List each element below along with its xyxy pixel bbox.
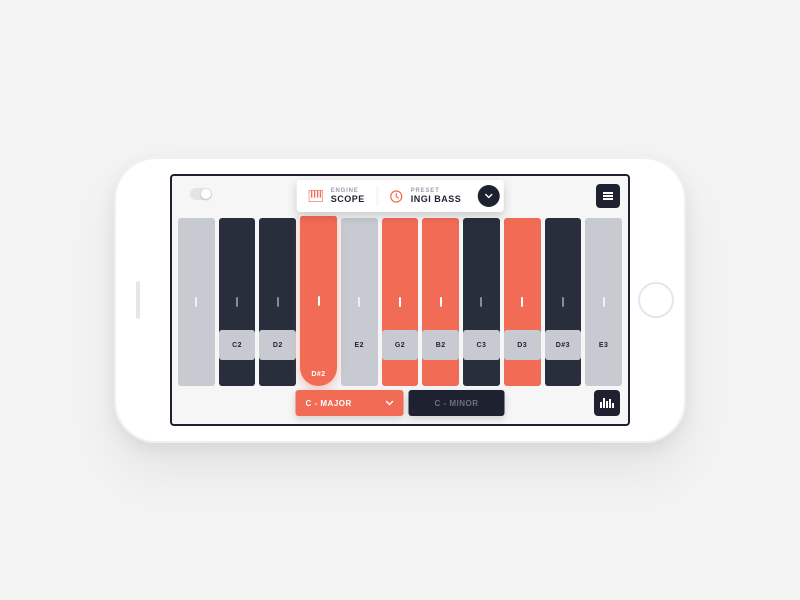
equalizer-icon	[600, 398, 614, 408]
note-label[interactable]: E3	[585, 330, 622, 360]
pad-2[interactable]	[259, 218, 296, 386]
note-label[interactable]: G2	[382, 330, 419, 360]
scale-inactive-label: C - MINOR	[434, 399, 478, 408]
pad-grid: D#2	[178, 218, 622, 326]
scale-active-label: C - MAJOR	[306, 399, 352, 408]
pad-1[interactable]	[219, 218, 256, 386]
power-toggle[interactable]	[190, 188, 212, 200]
engine-value: SCOPE	[331, 195, 365, 204]
note-label[interactable]: B2	[422, 330, 459, 360]
fx-button[interactable]	[594, 390, 620, 416]
phone-frame: ENGINE SCOPE PRESET INGI BASS	[114, 157, 686, 443]
pad-edge-left[interactable]	[178, 218, 215, 386]
preset-selector[interactable]: PRESET INGI BASS	[378, 180, 474, 212]
engine-selector[interactable]: ENGINE SCOPE	[297, 180, 377, 212]
piano-icon	[309, 190, 323, 202]
chevron-down-icon	[386, 399, 394, 407]
preset-value: INGI BASS	[411, 195, 462, 204]
note-label-row: C2 D2 E2 G2 B2 C3 D3 D#3 E3	[178, 330, 622, 360]
header-dropdown-button[interactable]	[477, 185, 499, 207]
pad-active[interactable]: D#2	[300, 216, 337, 386]
menu-button[interactable]	[596, 184, 620, 208]
pad-edge-right[interactable]	[585, 218, 622, 386]
scale-selector: C - MAJOR C - MINOR	[296, 390, 505, 416]
hamburger-icon	[603, 195, 613, 197]
note-label[interactable]: E2	[341, 330, 378, 360]
scale-inactive[interactable]: C - MINOR	[409, 390, 505, 416]
note-label[interactable]: D#3	[545, 330, 582, 360]
pad-6[interactable]	[422, 218, 459, 386]
scale-active[interactable]: C - MAJOR	[296, 390, 404, 416]
clock-icon	[390, 190, 403, 203]
pad-8[interactable]	[504, 218, 541, 386]
pad-active-label: D#2	[300, 371, 337, 378]
phone-home-button[interactable]	[638, 282, 674, 318]
note-label[interactable]: C2	[219, 330, 256, 360]
phone-speaker	[136, 281, 140, 319]
pad-4[interactable]	[341, 218, 378, 386]
chevron-down-icon	[484, 192, 492, 200]
note-label[interactable]: D2	[259, 330, 296, 360]
note-label[interactable]: D3	[504, 330, 541, 360]
note-label[interactable]: C3	[463, 330, 500, 360]
pad-5[interactable]	[382, 218, 419, 386]
app-screen: ENGINE SCOPE PRESET INGI BASS	[170, 174, 630, 426]
pad-9[interactable]	[545, 218, 582, 386]
pad-7[interactable]	[463, 218, 500, 386]
header-card: ENGINE SCOPE PRESET INGI BASS	[297, 180, 504, 212]
